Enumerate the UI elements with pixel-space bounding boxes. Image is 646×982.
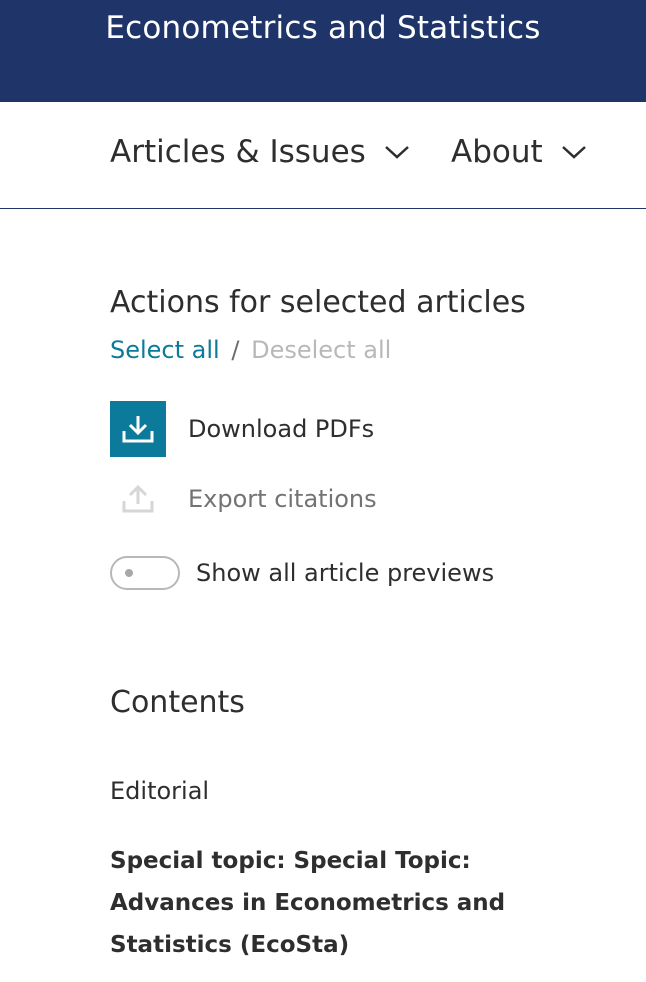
contents-title: Contents — [110, 685, 245, 720]
export-icon — [110, 471, 166, 527]
nav-about[interactable]: About — [451, 134, 587, 170]
selection-separator: / — [231, 336, 240, 364]
journal-title[interactable]: Econometrics and Statistics — [0, 10, 646, 46]
selection-controls: Select all / Deselect all — [110, 336, 391, 364]
actions-title: Actions for selected articles — [110, 285, 526, 320]
article-preview-toggle[interactable] — [110, 556, 180, 590]
editorial-heading: Editorial — [110, 777, 210, 805]
nav-articles-issues[interactable]: Articles & Issues — [110, 134, 410, 170]
download-pdfs-label: Download PDFs — [188, 415, 375, 443]
deselect-all-link[interactable]: Deselect all — [251, 336, 391, 364]
chevron-down-icon — [561, 146, 586, 159]
article-preview-toggle-label: Show all article previews — [196, 559, 495, 587]
download-pdfs-button[interactable]: Download PDFs — [110, 401, 374, 457]
journal-nav: Articles & Issues About — [0, 102, 646, 209]
select-all-link[interactable]: Select all — [110, 336, 220, 364]
journal-header: Econometrics and Statistics — [0, 0, 646, 102]
export-citations-button[interactable]: Export citations — [110, 471, 377, 527]
special-topic-heading[interactable]: Special topic: Special Topic: Advances i… — [110, 840, 590, 966]
chevron-down-icon — [384, 146, 409, 159]
article-preview-toggle-row: Show all article previews — [110, 556, 494, 590]
export-citations-label: Export citations — [188, 485, 377, 513]
toggle-knob — [125, 569, 133, 577]
nav-articles-issues-label: Articles & Issues — [110, 134, 366, 170]
nav-about-label: About — [451, 134, 543, 170]
download-icon — [110, 401, 166, 457]
